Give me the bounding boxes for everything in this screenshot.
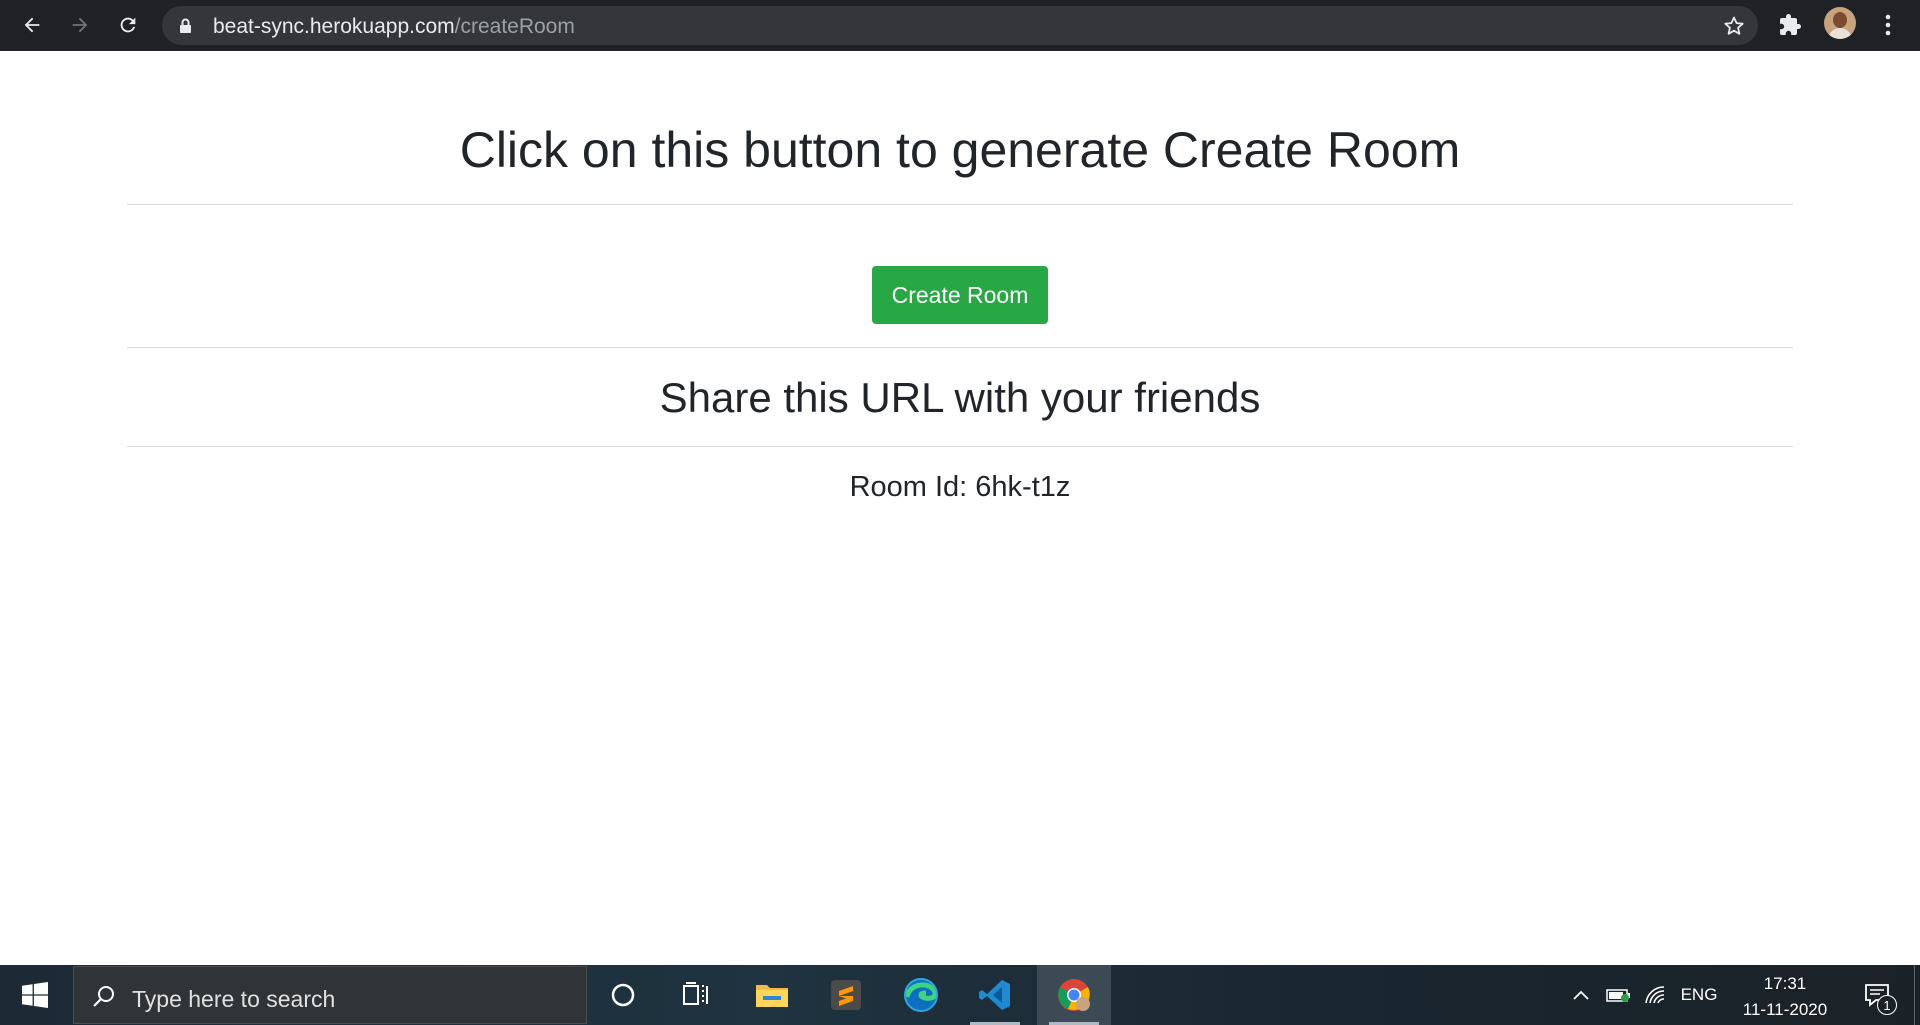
wifi-icon[interactable] xyxy=(1641,965,1671,1025)
clock-date: 11-11-2020 xyxy=(1742,1000,1828,1019)
windows-taskbar: Type here to search ENG 17:31 11-11-2020 xyxy=(0,965,1920,1025)
windows-start-icon[interactable] xyxy=(0,965,70,1025)
language-label: ENG xyxy=(1680,985,1718,1004)
cortana-icon[interactable] xyxy=(586,965,660,1025)
language-indicator[interactable]: ENG xyxy=(1677,965,1721,1025)
divider xyxy=(127,446,1793,447)
taskbar-search-box[interactable]: Type here to search xyxy=(73,966,587,1024)
main-container: Click on this button to generate Create … xyxy=(127,51,1793,965)
chrome-icon[interactable] xyxy=(1037,965,1111,1025)
search-icon xyxy=(92,984,116,1013)
page-content: Click on this button to generate Create … xyxy=(0,51,1920,965)
vscode-icon[interactable] xyxy=(958,965,1032,1025)
action-center-icon[interactable]: 1 xyxy=(1852,965,1902,1025)
room-id-text: Room Id: 6hk-t1z xyxy=(849,471,1071,503)
show-desktop-button[interactable] xyxy=(1914,965,1920,1025)
back-icon[interactable] xyxy=(14,7,50,43)
file-explorer-icon[interactable] xyxy=(735,965,809,1025)
menu-dots-icon[interactable] xyxy=(1870,7,1906,43)
battery-icon[interactable] xyxy=(1604,965,1634,1025)
notification-count-badge: 1 xyxy=(1877,995,1897,1015)
browser-toolbar: beat-sync.herokuapp.com/createRoom xyxy=(0,0,1920,51)
clock-time: 17:31 xyxy=(1763,974,1807,993)
show-hidden-icons-chevron-icon[interactable] xyxy=(1568,965,1594,1025)
divider xyxy=(127,204,1793,205)
address-bar[interactable]: beat-sync.herokuapp.com/createRoom xyxy=(162,6,1758,45)
extensions-icon[interactable] xyxy=(1772,7,1808,43)
share-heading: Share this URL with your friends xyxy=(659,374,1261,421)
create-room-button[interactable]: Create Room xyxy=(872,266,1048,324)
lock-icon xyxy=(179,18,192,39)
profile-avatar[interactable] xyxy=(1824,7,1856,39)
url-text: beat-sync.herokuapp.com/createRoom xyxy=(213,15,575,39)
divider xyxy=(127,347,1793,348)
page-heading: Click on this button to generate Create … xyxy=(459,122,1461,178)
star-icon[interactable] xyxy=(1722,14,1746,43)
clock[interactable]: 17:31 11-11-2020 xyxy=(1730,971,1840,1023)
task-view-icon[interactable] xyxy=(660,965,734,1025)
search-placeholder: Type here to search xyxy=(132,986,336,1012)
url-host: beat-sync.herokuapp.com xyxy=(213,15,455,38)
reload-icon[interactable] xyxy=(110,7,146,43)
edge-icon[interactable] xyxy=(884,965,958,1025)
url-path: /createRoom xyxy=(454,15,575,38)
forward-icon[interactable] xyxy=(62,7,98,43)
sublime-text-icon[interactable] xyxy=(809,965,883,1025)
